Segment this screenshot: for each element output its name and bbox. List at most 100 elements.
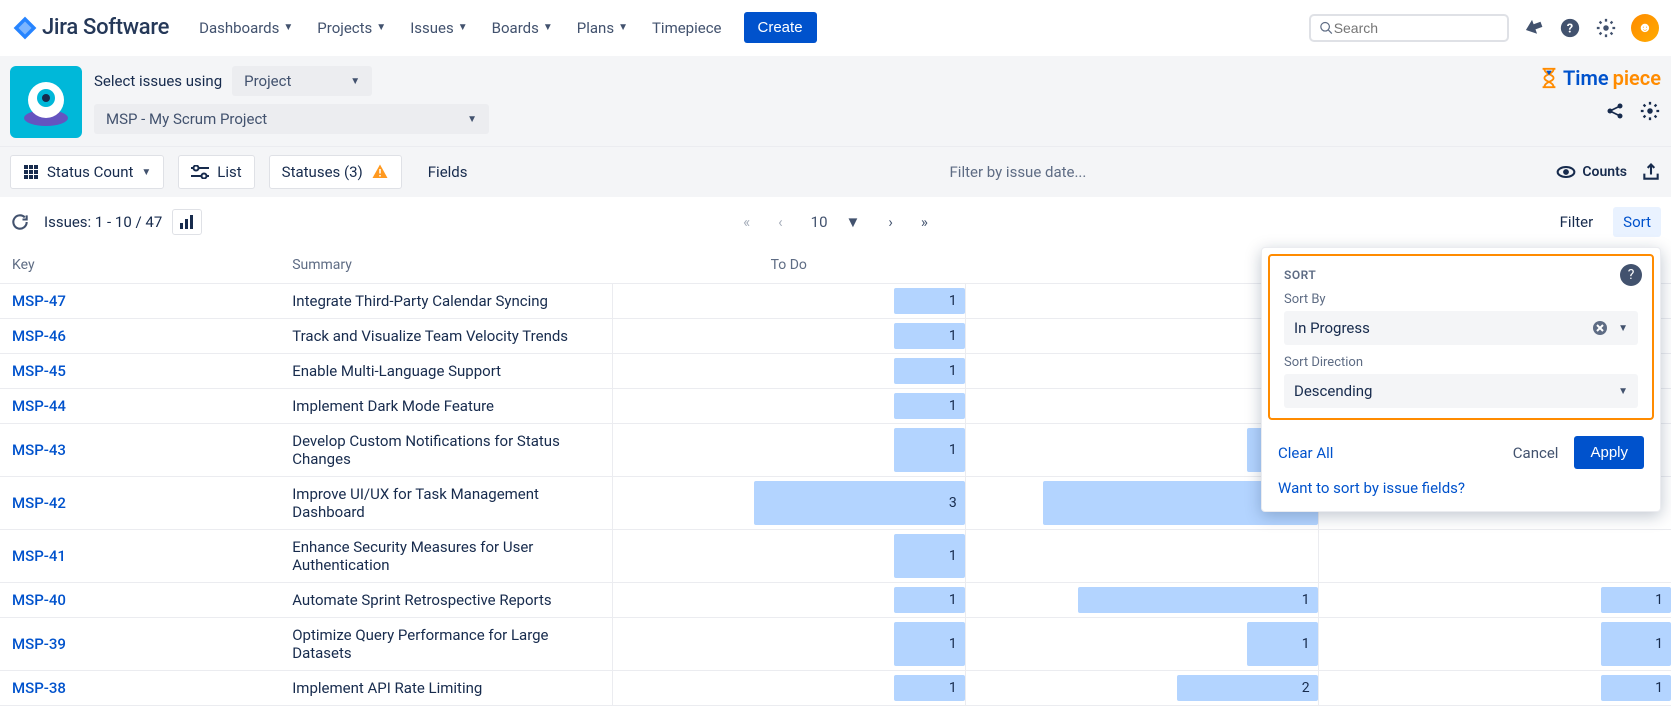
scope-dropdown[interactable]: Project▼	[232, 66, 372, 96]
sort-button[interactable]: Sort	[1613, 207, 1661, 237]
bar-cell: 1	[612, 618, 965, 671]
issue-key-link[interactable]: MSP-41	[12, 547, 66, 565]
share-icon[interactable]	[1605, 100, 1625, 122]
settings-icon[interactable]	[1595, 17, 1617, 39]
issue-summary: Develop Custom Notifications for Status …	[280, 424, 612, 477]
pager: « ‹ 10▼ › »	[743, 213, 928, 231]
clear-all-button[interactable]: Clear All	[1278, 444, 1333, 462]
bar-cell: 1	[1318, 671, 1671, 706]
bar-cell: 3	[612, 477, 965, 530]
sort-by-dropdown[interactable]: In Progress ▼	[1284, 311, 1638, 345]
issue-key-link[interactable]: MSP-40	[12, 591, 66, 609]
top-nav: Jira Software Dashboards▼ Projects▼ Issu…	[0, 0, 1671, 56]
issue-key-link[interactable]: MSP-39	[12, 635, 66, 653]
chevron-down-icon: ▼	[1618, 323, 1628, 334]
nav-issues[interactable]: Issues▼	[400, 13, 477, 43]
sort-direction-label: Sort Direction	[1284, 355, 1638, 370]
project-dropdown[interactable]: MSP - My Scrum Project▼	[94, 104, 489, 134]
issue-summary: Enhance Security Measures for User Authe…	[280, 530, 612, 583]
fields-button[interactable]: Fields	[416, 156, 480, 188]
issue-summary: Optimize Query Performance for Large Dat…	[280, 618, 612, 671]
issue-summary: Enable Multi-Language Support	[280, 354, 612, 389]
pager-last[interactable]: »	[921, 213, 928, 231]
table-wrap: Key Summary To Do MSP-47Integrate Third-…	[0, 247, 1671, 706]
filter-hint[interactable]: Filter by issue date...	[494, 163, 1543, 181]
issue-summary: Implement Dark Mode Feature	[280, 389, 612, 424]
pager-next[interactable]: ›	[888, 213, 893, 231]
issues-count: Issues: 1 - 10 / 47	[44, 213, 162, 231]
refresh-icon[interactable]	[10, 212, 30, 232]
nav-dashboards[interactable]: Dashboards▼	[189, 13, 303, 43]
apply-button[interactable]: Apply	[1574, 436, 1644, 469]
bar-cell: 1	[612, 389, 965, 424]
user-avatar[interactable]: ☻	[1631, 14, 1659, 42]
chart-icon[interactable]	[172, 209, 202, 235]
chevron-down-icon: ▼	[283, 22, 293, 33]
issue-summary: Automate Sprint Retrospective Reports	[280, 583, 612, 618]
sort-by-fields-link[interactable]: Want to sort by issue fields?	[1262, 479, 1660, 511]
issue-key-link[interactable]: MSP-38	[12, 679, 66, 697]
bar-cell: 1	[965, 583, 1318, 618]
col-todo: To Do	[612, 247, 965, 284]
issue-summary: Track and Visualize Team Velocity Trends	[280, 319, 612, 354]
help-icon[interactable]: ?	[1559, 17, 1581, 39]
chevron-down-icon: ▼	[1618, 386, 1628, 397]
nav-boards[interactable]: Boards▼	[482, 13, 563, 43]
help-icon[interactable]: ?	[1620, 264, 1642, 286]
hourglass-icon	[1539, 67, 1559, 89]
col-key: Key	[0, 247, 280, 284]
chevron-down-icon: ▼	[618, 22, 628, 33]
nav-plans[interactable]: Plans▼	[567, 13, 638, 43]
bar-cell: 1	[612, 354, 965, 389]
project-controls: Select issues using Project▼ MSP - My Sc…	[94, 66, 1539, 134]
cancel-button[interactable]: Cancel	[1513, 444, 1559, 462]
sort-direction-dropdown[interactable]: Descending ▼	[1284, 374, 1638, 408]
sort-title: SORT	[1284, 268, 1638, 282]
issue-key-link[interactable]: MSP-44	[12, 397, 66, 415]
status-count-dropdown[interactable]: Status Count ▼	[10, 155, 164, 189]
table-row: MSP-40 Automate Sprint Retrospective Repo…	[0, 583, 1671, 618]
page-size-dropdown[interactable]: 10▼	[811, 213, 861, 231]
nav-timepiece[interactable]: Timepiece	[642, 13, 732, 43]
bar-cell: 1	[612, 671, 965, 706]
issue-key-link[interactable]: MSP-45	[12, 362, 66, 380]
search-icon	[1319, 20, 1334, 36]
counts-toggle[interactable]: Counts	[1556, 162, 1627, 182]
pager-prev[interactable]: ‹	[778, 213, 783, 231]
issue-key-link[interactable]: MSP-42	[12, 494, 66, 512]
bar-cell: 1	[612, 583, 965, 618]
issue-key-link[interactable]: MSP-47	[12, 292, 66, 310]
bar-cell: 1	[612, 284, 965, 319]
chevron-down-icon: ▼	[376, 22, 386, 33]
svg-text:?: ?	[1567, 21, 1573, 36]
clear-icon[interactable]	[1592, 320, 1608, 336]
issue-key-link[interactable]: MSP-43	[12, 441, 66, 459]
notifications-icon[interactable]	[1523, 17, 1545, 39]
nav-projects[interactable]: Projects▼	[307, 13, 396, 43]
bar-cell: 1	[965, 618, 1318, 671]
bar-cell	[1318, 530, 1671, 583]
sliders-icon	[191, 165, 209, 179]
create-button[interactable]: Create	[744, 12, 817, 43]
search-box[interactable]	[1309, 14, 1509, 42]
select-issues-label: Select issues using	[94, 72, 222, 90]
timepiece-brand: Timepiece	[1539, 66, 1661, 90]
chevron-down-icon: ▼	[141, 167, 151, 178]
chevron-down-icon: ▼	[543, 22, 553, 33]
bar-cell: 1	[1318, 583, 1671, 618]
filter-button[interactable]: Filter	[1560, 213, 1594, 231]
statuses-button[interactable]: Statuses (3)	[269, 155, 402, 189]
jira-logo[interactable]: Jira Software	[12, 15, 169, 41]
bar-cell: 1	[612, 424, 965, 477]
list-button[interactable]: List	[178, 155, 254, 189]
gear-icon[interactable]	[1639, 100, 1661, 122]
chevron-down-icon: ▼	[846, 213, 861, 231]
export-icon[interactable]	[1641, 162, 1661, 182]
chevron-down-icon: ▼	[458, 22, 468, 33]
brand-right: Timepiece	[1539, 66, 1661, 122]
issue-key-link[interactable]: MSP-46	[12, 327, 66, 345]
sort-popup: SORT ? Sort By In Progress ▼ Sort Direct…	[1261, 247, 1661, 512]
pager-first[interactable]: «	[743, 213, 750, 231]
logo-text: Jira Software	[42, 15, 169, 40]
search-input[interactable]	[1334, 20, 1499, 36]
